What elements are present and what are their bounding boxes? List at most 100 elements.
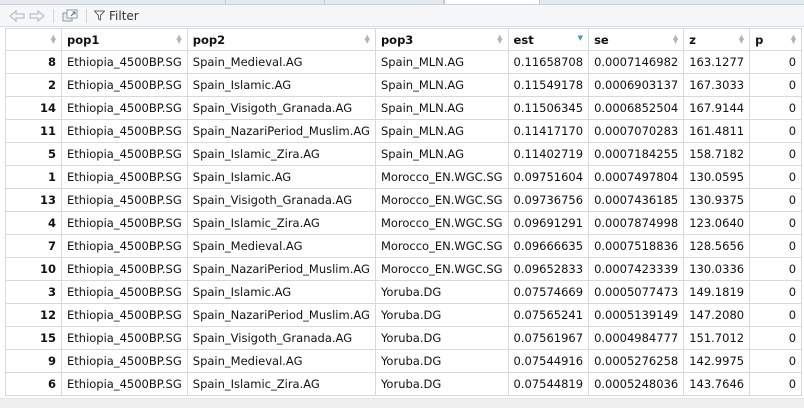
pop3-cell: Yoruba.DG — [374, 349, 509, 373]
se-cell: 0.0007874998 — [588, 211, 685, 235]
pop1-cell: Ethiopia_4500BP.SG — [61, 119, 188, 143]
table-row: 5 Ethiopia_4500BP.SG Spain_Islamic_Zira.AG… — [5, 142, 803, 166]
est-header[interactable]: est ▼ — [507, 28, 590, 51]
pop3-cell: Yoruba.DG — [374, 326, 509, 350]
pop2-cell: Spain_Visigoth_Granada.AG — [186, 96, 376, 120]
pop1-cell: Ethiopia_4500BP.SG — [61, 303, 188, 327]
row-index-cell: 13 — [5, 188, 62, 212]
pop2-cell: Spain_Islamic_Zira.AG — [186, 142, 376, 166]
p-cell: 0 — [749, 73, 803, 97]
editor-tab[interactable] — [226, 0, 325, 4]
filter-button[interactable]: Filter — [94, 7, 139, 24]
pop2-cell: Spain_Visigoth_Granada.AG — [186, 188, 376, 212]
se-cell: 0.0005276258 — [588, 349, 685, 373]
row-index-cell: 6 — [5, 372, 62, 396]
p-cell: 0 — [749, 326, 803, 350]
arrow-left-icon — [9, 10, 25, 22]
pop3-cell: Morocco_EN.WGC.SG — [374, 257, 509, 281]
pop2-cell: Spain_NazariPeriod_Muslim.AG — [186, 303, 376, 327]
sort-icon[interactable]: ▲ ▼ — [176, 34, 181, 45]
est-cell: 0.07544819 — [507, 372, 590, 396]
forward-button[interactable] — [28, 8, 46, 24]
sort-icon[interactable]: ▲ ▼ — [365, 34, 370, 45]
row-index-cell: 10 — [5, 257, 62, 281]
z-cell: 123.0640 — [683, 211, 751, 235]
pop3-cell: Morocco_EN.WGC.SG — [374, 188, 509, 212]
est-cell: 0.11549178 — [507, 73, 590, 97]
pop1-cell: Ethiopia_4500BP.SG — [61, 165, 188, 189]
z-cell: 149.1819 — [683, 280, 751, 304]
sort-icon[interactable]: ▲ ▼ — [791, 34, 796, 45]
z-cell: 158.7182 — [683, 142, 751, 166]
p-header[interactable]: p ▲ ▼ — [749, 28, 803, 51]
sort-icon[interactable]: ▲ ▼ — [51, 34, 56, 45]
pop2-cell: Spain_Islamic.AG — [186, 165, 376, 189]
header-row: ▲ ▼ pop1 ▲ ▼ pop2 ▲ ▼ pop3 ▲ ▼ est ▼ se ▲ ▼ z ▲ ▼ p ▲ ▼ — [5, 28, 803, 51]
se-cell: 0.0005139149 — [588, 303, 685, 327]
editor-tab[interactable] — [325, 0, 444, 4]
se-cell: 0.0006852504 — [588, 96, 685, 120]
table-body: 8 Ethiopia_4500BP.SG Spain_Medieval.AG Spai… — [5, 50, 803, 396]
pop2-cell: Spain_Islamic_Zira.AG — [186, 372, 376, 396]
pop1-cell: Ethiopia_4500BP.SG — [61, 50, 188, 74]
pop1-cell: Ethiopia_4500BP.SG — [61, 142, 188, 166]
arrow-right-icon — [29, 10, 45, 22]
est-cell: 0.11417170 — [507, 119, 590, 143]
table-row: 2 Ethiopia_4500BP.SG Spain_Islamic.AG Spain… — [5, 73, 803, 97]
row-index-cell: 8 — [5, 50, 62, 74]
z-cell: 161.4811 — [683, 119, 751, 143]
column-header-label: pop1 — [67, 32, 100, 47]
pop3-cell: Spain_MLN.AG — [374, 142, 509, 166]
pop1-cell: Ethiopia_4500BP.SG — [61, 234, 188, 258]
active-data-viewer-tab[interactable] — [444, 0, 540, 4]
z-cell: 147.2080 — [683, 303, 751, 327]
sort-icon[interactable]: ▲ ▼ — [739, 34, 744, 45]
column-header-label: pop2 — [192, 32, 226, 47]
table-row: 3 Ethiopia_4500BP.SG Spain_Islamic.AG Yorub… — [5, 280, 803, 304]
pop1-cell: Ethiopia_4500BP.SG — [61, 349, 188, 373]
se-cell: 0.0005077473 — [588, 280, 685, 304]
est-cell: 0.09652833 — [507, 257, 590, 281]
p-cell: 0 — [749, 165, 803, 189]
pop2-header[interactable]: pop2 ▲ ▼ — [186, 28, 376, 51]
z-cell: 151.7012 — [683, 326, 751, 350]
pop2-cell: Spain_NazariPeriod_Muslim.AG — [186, 257, 376, 281]
row-index-cell: 2 — [5, 73, 62, 97]
table-row: 13 Ethiopia_4500BP.SG Spain_Visigoth_Grana… — [5, 188, 803, 212]
pop2-cell: Spain_Medieval.AG — [186, 50, 376, 74]
est-cell: 0.07544916 — [507, 349, 590, 373]
p-cell: 0 — [749, 119, 803, 143]
se-cell: 0.0007423339 — [588, 257, 685, 281]
pop1-cell: Ethiopia_4500BP.SG — [61, 211, 188, 235]
p-cell: 0 — [749, 50, 803, 74]
p-cell: 0 — [749, 303, 803, 327]
est-cell: 0.09736756 — [507, 188, 590, 212]
toolbar-divider — [86, 9, 87, 23]
back-button[interactable] — [8, 8, 26, 24]
pop1-header[interactable]: pop1 ▲ ▼ — [61, 28, 188, 51]
est-cell: 0.11506345 — [507, 96, 590, 120]
sort-descending-icon[interactable]: ▼ — [578, 35, 583, 42]
table-row: 14 Ethiopia_4500BP.SG Spain_Visigoth_Grana… — [5, 96, 803, 120]
row-index-cell: 1 — [5, 165, 62, 189]
popout-button[interactable] — [61, 8, 79, 24]
row-index-header[interactable]: ▲ ▼ — [5, 28, 62, 51]
z-cell: 142.9975 — [683, 349, 751, 373]
se-header[interactable]: se ▲ ▼ — [588, 28, 685, 51]
p-cell: 0 — [749, 142, 803, 166]
row-index-cell: 5 — [5, 142, 62, 166]
pop3-cell: Yoruba.DG — [374, 372, 509, 396]
sort-icon[interactable]: ▲ ▼ — [497, 34, 502, 45]
se-cell: 0.0007497804 — [588, 165, 685, 189]
pop2-cell: Spain_Medieval.AG — [186, 349, 376, 373]
editor-tab[interactable] — [0, 0, 226, 4]
se-cell: 0.0007070283 — [588, 119, 685, 143]
z-header[interactable]: z ▲ ▼ — [683, 28, 751, 51]
row-index-cell: 14 — [5, 96, 62, 120]
row-index-cell: 11 — [5, 119, 62, 143]
est-cell: 0.09666635 — [507, 234, 590, 258]
sort-icon[interactable]: ▲ ▼ — [673, 34, 678, 45]
pop3-cell: Morocco_EN.WGC.SG — [374, 165, 509, 189]
column-header-label: est — [513, 32, 534, 47]
pop3-header[interactable]: pop3 ▲ ▼ — [374, 28, 509, 51]
